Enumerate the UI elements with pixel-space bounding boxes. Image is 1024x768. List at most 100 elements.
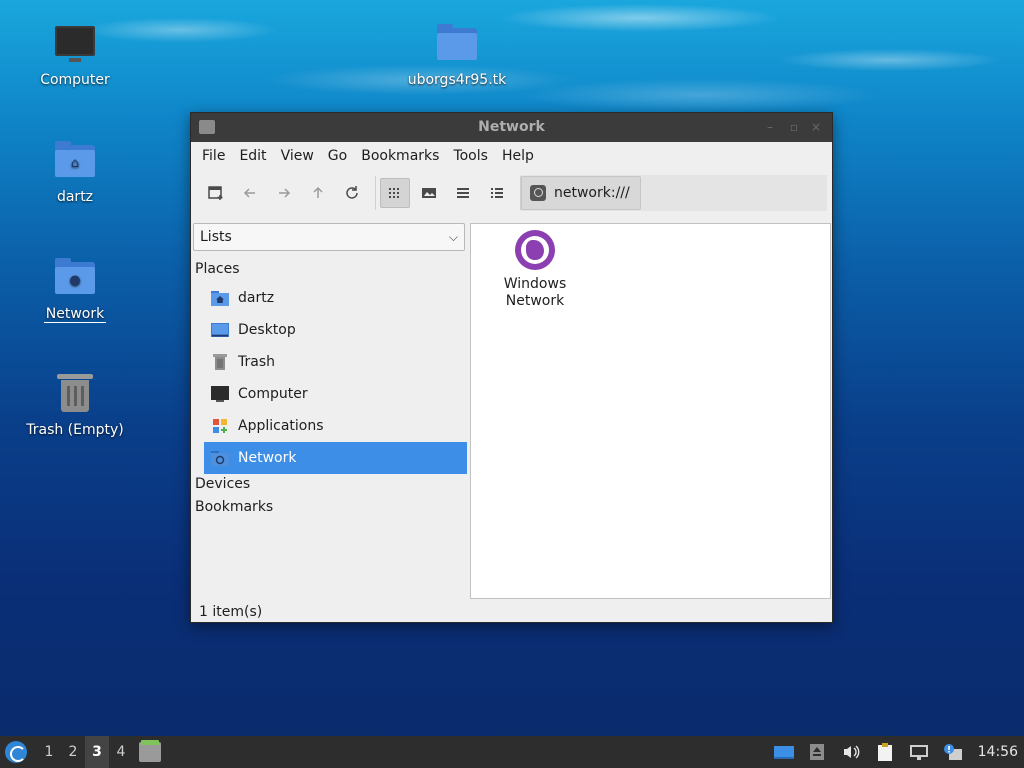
desktop-icon-computer[interactable]: Computer (20, 20, 130, 88)
menu-tools[interactable]: Tools (446, 142, 495, 171)
file-manager-taskbar-icon[interactable] (139, 740, 161, 762)
eject-icon[interactable] (807, 743, 827, 761)
desktop-icon-label: dartz (56, 189, 94, 205)
workspace-1[interactable]: 1 (37, 736, 61, 768)
folder-icon (433, 20, 481, 68)
arrow-right-icon (279, 188, 291, 198)
list-detail-icon (491, 188, 503, 198)
system-tray: 14:56 (766, 736, 1024, 768)
workspace-3[interactable]: 3 (85, 736, 109, 768)
file-view[interactable]: Windows Network (470, 223, 831, 599)
bookmarks-heading[interactable]: Bookmarks (195, 499, 273, 515)
workspace-4[interactable]: 4 (109, 736, 133, 768)
network-folder-icon: ● (51, 254, 99, 302)
sidebar-item-network[interactable]: Network (204, 442, 467, 474)
desktop-icon-home[interactable]: ⌂ dartz (20, 137, 130, 205)
network-icon (530, 185, 546, 201)
sidebar-mode-select[interactable]: Lists ⌵ (193, 223, 465, 251)
menu-bookmarks[interactable]: Bookmarks (354, 142, 446, 171)
applications-icon (210, 417, 230, 435)
workspace-2[interactable]: 2 (61, 736, 85, 768)
desktop-icon-label: uborgs4r95.tk (407, 72, 507, 88)
devices-heading[interactable]: Devices (195, 476, 250, 492)
detailed-list-view-button[interactable] (482, 178, 512, 208)
menu-view[interactable]: View (274, 142, 321, 171)
show-desktop-icon[interactable] (773, 743, 794, 761)
icon-view-button[interactable] (380, 178, 410, 208)
arrow-left-icon (243, 188, 255, 198)
desktop-icon-label: Computer (40, 72, 110, 88)
back-button[interactable] (235, 178, 265, 208)
minimize-icon[interactable]: – (760, 113, 780, 142)
taskbar: 1 2 3 4 14:56 (0, 736, 1024, 768)
location-path: network:/// (554, 185, 630, 201)
desktop-icon-trash[interactable]: Trash (Empty) (20, 370, 130, 438)
clipboard-icon[interactable] (875, 743, 895, 761)
path-button-network[interactable]: network:/// (521, 176, 641, 210)
sidebar-item-dartz[interactable]: dartz (204, 282, 467, 314)
arrow-up-icon (313, 186, 323, 198)
network-icon (210, 449, 230, 467)
folder-icon (199, 120, 215, 134)
desktop-icon-label: Network (43, 306, 107, 323)
compact-view-button[interactable] (448, 178, 478, 208)
places-heading[interactable]: Places (195, 261, 240, 277)
forward-button[interactable] (269, 178, 299, 208)
reload-icon (346, 186, 358, 199)
file-item-label-line2: Network (505, 293, 565, 309)
new-tab-button[interactable] (201, 178, 231, 208)
computer-icon (210, 385, 230, 403)
list-compact-icon (457, 188, 469, 198)
maximize-icon[interactable]: ▫ (784, 113, 804, 142)
sidebar-mode-value: Lists (200, 229, 232, 245)
trash-icon (51, 370, 99, 418)
chevron-down-icon: ⌵ (448, 230, 458, 244)
sidebar-item-label: Applications (238, 418, 324, 434)
clock[interactable]: 14:56 (978, 744, 1018, 760)
desktop-icon-network[interactable]: ● Network (20, 254, 130, 323)
menu-file[interactable]: File (195, 142, 232, 171)
home-folder-icon: ⌂ (51, 137, 99, 185)
sidebar-item-label: Computer (238, 386, 308, 402)
update-notifier-icon[interactable] (943, 743, 963, 761)
new-tab-icon (208, 186, 223, 200)
globe-icon (515, 230, 555, 270)
toolbar-separator (375, 176, 376, 210)
image-icon (422, 188, 436, 198)
volume-icon[interactable] (841, 743, 861, 761)
home-folder-icon (210, 289, 230, 307)
computer-icon (51, 20, 99, 68)
grid-icon (389, 188, 399, 198)
sidebar-item-label: Desktop (238, 322, 296, 338)
close-icon[interactable]: × (806, 113, 826, 142)
menu-help[interactable]: Help (495, 142, 541, 171)
desktop-icon (210, 321, 230, 339)
sidebar-item-computer[interactable]: Computer (204, 378, 467, 410)
up-button[interactable] (303, 178, 333, 208)
sidebar-item-label: dartz (238, 290, 275, 306)
thumbnail-view-button[interactable] (414, 178, 444, 208)
network-connection-icon[interactable] (909, 743, 929, 761)
location-bar[interactable]: network:/// (521, 175, 827, 211)
start-menu-icon[interactable] (5, 741, 27, 763)
sidebar: Lists ⌵ Places dartz Desktop Trash Compu… (193, 223, 467, 603)
file-item-windows-network[interactable]: Windows Network (495, 230, 575, 310)
window-title: Network (478, 119, 545, 135)
menu-edit[interactable]: Edit (232, 142, 273, 171)
menu-go[interactable]: Go (321, 142, 354, 171)
desktop-icon-folder-uborgs[interactable]: uborgs4r95.tk (402, 20, 512, 88)
sidebar-item-trash[interactable]: Trash (204, 346, 467, 378)
reload-button[interactable] (337, 178, 367, 208)
status-bar: 1 item(s) (199, 604, 263, 620)
window-titlebar[interactable]: Network – ▫ × (191, 113, 832, 142)
sidebar-item-desktop[interactable]: Desktop (204, 314, 467, 346)
sidebar-item-applications[interactable]: Applications (204, 410, 467, 442)
trash-icon (210, 353, 230, 371)
menubar: File Edit View Go Bookmarks Tools Help (191, 142, 832, 171)
sidebar-item-label: Network (238, 450, 297, 466)
desktop-icon-label: Trash (Empty) (26, 422, 124, 438)
sidebar-item-label: Trash (238, 354, 275, 370)
file-manager-window: Network – ▫ × File Edit View Go Bookmark… (190, 112, 833, 623)
toolbar: network:/// (191, 171, 832, 215)
file-item-label-line1: Windows (503, 276, 567, 292)
